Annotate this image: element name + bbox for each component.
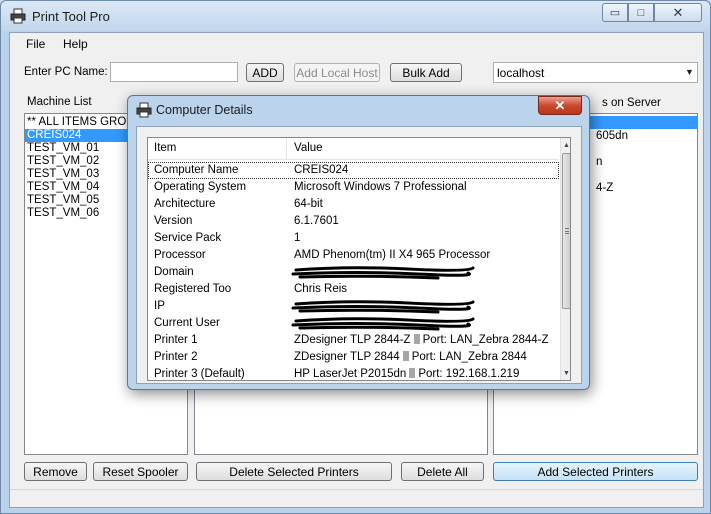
machine-list-label: Machine List: [27, 96, 92, 108]
menu-bar: File Help: [10, 33, 703, 55]
delete-all-button[interactable]: Delete All: [401, 462, 484, 481]
redaction-scribble: [291, 300, 475, 314]
row-item-label: Operating System: [154, 181, 247, 193]
title-bar[interactable]: Print Tool Pro ▭ □ ✕: [1, 1, 710, 31]
row-item-label: Architecture: [154, 198, 216, 210]
host-select[interactable]: localhost ▼: [493, 62, 698, 83]
dialog-close-button[interactable]: ✕: [538, 96, 582, 115]
row-item-label: Printer 2: [154, 351, 198, 363]
table-row[interactable]: Architecture 64-bit: [148, 196, 559, 213]
delete-selected-printers-button[interactable]: Delete Selected Printers: [196, 462, 392, 481]
scroll-thumb[interactable]: [562, 153, 570, 309]
bulk-add-button[interactable]: Bulk Add: [390, 63, 462, 82]
list-item[interactable]: n: [594, 156, 602, 169]
row-item-label: Printer 3 (Default): [154, 368, 245, 380]
row-item-label: Version: [154, 215, 193, 227]
chevron-down-icon: ▼: [685, 67, 694, 77]
row-item-label: Current User: [154, 317, 220, 329]
scroll-down-icon[interactable]: ▼: [561, 366, 570, 380]
row-value: ZDesigner TLP 2844-Z Port: LAN_Zebra 2844…: [294, 334, 548, 346]
remove-button[interactable]: Remove: [24, 462, 87, 481]
row-item-label: IP: [154, 300, 165, 312]
reset-spooler-button[interactable]: Reset Spooler: [93, 462, 188, 481]
printer-name: ZDesigner TLP 2844: [294, 351, 400, 363]
list-item[interactable]: 4-Z: [594, 182, 613, 195]
redaction-scribble: [291, 266, 475, 280]
table-row[interactable]: Printer 3 (Default) HP LaserJet P2015dn Po…: [148, 366, 559, 380]
maximize-icon: □: [637, 6, 645, 19]
details-list-view[interactable]: Item Value Computer Name CREIS024 Operatin…: [147, 137, 571, 381]
scroll-up-icon[interactable]: ▲: [561, 138, 570, 152]
row-item-label: Registered Too: [154, 283, 232, 295]
row-value: 1: [294, 232, 301, 244]
list-header: Item Value: [148, 138, 559, 160]
printer-port: Port: LAN_Zebra 2844: [411, 351, 527, 363]
maximize-button[interactable]: □: [628, 3, 654, 22]
printer-name: HP LaserJet P2015dn: [294, 368, 407, 380]
table-row[interactable]: Service Pack 1: [148, 230, 559, 247]
row-item-label: Domain: [154, 266, 194, 278]
vertical-scrollbar[interactable]: ▲ ▼: [560, 138, 570, 380]
menu-file[interactable]: File: [26, 37, 45, 51]
separator-icon: [402, 351, 409, 361]
column-header-item[interactable]: Item: [154, 142, 176, 154]
status-bar: [10, 489, 703, 507]
row-value: ZDesigner TLP 2844 Port: LAN_Zebra 2844: [294, 351, 527, 363]
add-local-host-button[interactable]: Add Local Host: [294, 63, 380, 82]
table-row[interactable]: Domain: [148, 264, 559, 281]
pc-name-input[interactable]: [110, 62, 238, 82]
printer-port: Port: LAN_Zebra 2844-Z: [422, 334, 549, 346]
row-value: HP LaserJet P2015dn Port: 192.168.1.219: [294, 368, 519, 380]
menu-help[interactable]: Help: [63, 37, 88, 51]
pc-name-label: Enter PC Name:: [24, 66, 108, 78]
row-item-label: Service Pack: [154, 232, 222, 244]
table-row[interactable]: Registered Too Chris Reis: [148, 281, 559, 298]
table-row[interactable]: Computer Name CREIS024: [148, 162, 559, 179]
table-row[interactable]: Printer 1 ZDesigner TLP 2844-Z Port: LAN_Z…: [148, 332, 559, 349]
row-item-label: Computer Name: [154, 164, 239, 176]
computer-details-dialog: Computer Details ✕ Item Value Computer N…: [127, 95, 590, 390]
row-item-label: Printer 1: [154, 334, 198, 346]
minimize-icon: ▭: [609, 7, 621, 19]
table-row[interactable]: Version 6.1.7601: [148, 213, 559, 230]
row-item-label: Processor: [154, 249, 206, 261]
printer-icon: [136, 102, 152, 118]
row-value: Microsoft Windows 7 Professional: [294, 181, 467, 193]
row-value: 64-bit: [294, 198, 323, 210]
row-value: CREIS024: [294, 164, 349, 176]
table-row[interactable]: IP: [148, 298, 559, 315]
close-button[interactable]: ✕: [654, 3, 702, 22]
printer-name: ZDesigner TLP 2844-Z: [294, 334, 411, 346]
close-icon: ✕: [554, 97, 566, 113]
row-value: Chris Reis: [294, 283, 348, 295]
close-icon: ✕: [672, 4, 684, 20]
printer-port: Port: 192.168.1.219: [418, 368, 520, 380]
add-selected-printers-button[interactable]: Add Selected Printers: [493, 462, 698, 481]
column-header-value[interactable]: Value: [294, 142, 323, 154]
printer-icon: [10, 8, 26, 24]
table-row[interactable]: Current User: [148, 315, 559, 332]
separator-icon: [413, 334, 420, 344]
add-button[interactable]: ADD: [246, 63, 284, 82]
host-select-value: localhost: [497, 66, 545, 80]
column-divider[interactable]: [286, 138, 287, 160]
dialog-client-area: Item Value Computer Name CREIS024 Operatin…: [136, 126, 582, 384]
dialog-title: Computer Details: [156, 103, 253, 117]
minimize-button[interactable]: ▭: [602, 3, 628, 22]
separator-icon: [409, 368, 416, 378]
table-row[interactable]: Operating System Microsoft Windows 7 Prof…: [148, 179, 559, 196]
row-value: AMD Phenom(tm) II X4 965 Processor: [294, 249, 491, 261]
server-list-label: s on Server: [602, 97, 661, 109]
window-title: Print Tool Pro: [32, 9, 110, 24]
table-row[interactable]: Printer 2 ZDesigner TLP 2844 Port: LAN_Zeb…: [148, 349, 559, 366]
list-item[interactable]: 605dn: [594, 130, 628, 143]
table-row[interactable]: Processor AMD Phenom(tm) II X4 965 Proces…: [148, 247, 559, 264]
row-value: 6.1.7601: [294, 215, 339, 227]
redaction-scribble: [291, 317, 475, 331]
